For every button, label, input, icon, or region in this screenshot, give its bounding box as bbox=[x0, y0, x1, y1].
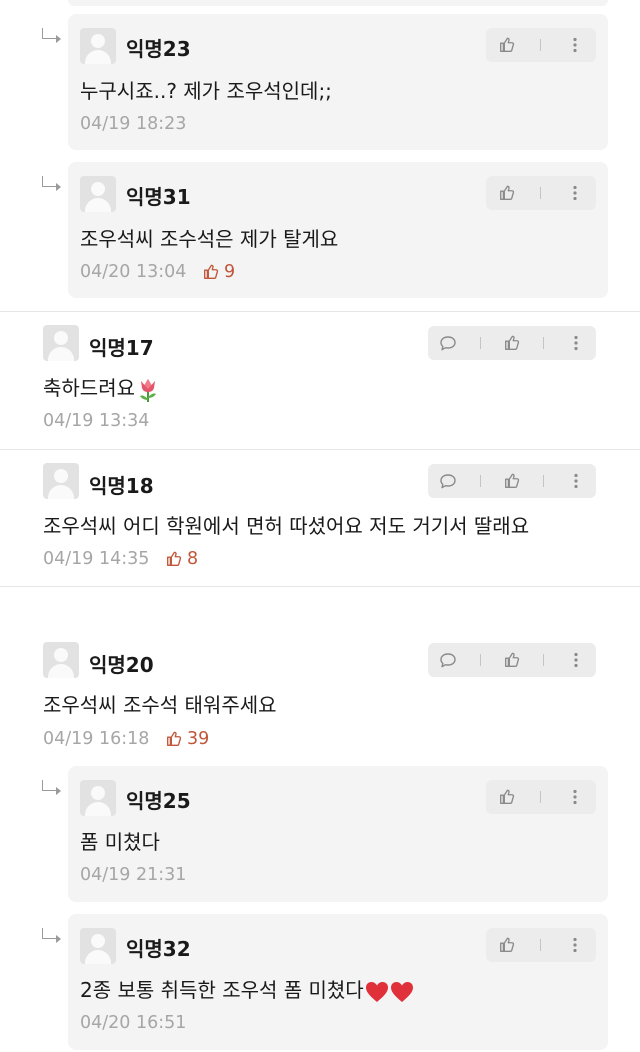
comment-actions bbox=[428, 643, 596, 677]
avatar bbox=[43, 463, 79, 499]
like-count-value: 39 bbox=[187, 729, 210, 749]
comment-actions bbox=[486, 28, 596, 62]
comment-actions bbox=[428, 326, 596, 360]
speech-bubble-icon[interactable] bbox=[439, 651, 457, 669]
comment-text: 조우석씨 조수석 태워주세요 bbox=[43, 693, 277, 717]
more-vertical-icon[interactable] bbox=[567, 472, 585, 490]
comment-divider bbox=[0, 311, 640, 312]
comment-text: 조우석씨 어디 학원에서 면허 따셨어요 저도 거기서 딸래요 bbox=[43, 514, 530, 538]
action-separator bbox=[540, 187, 542, 199]
speech-bubble-icon[interactable] bbox=[439, 472, 457, 490]
more-vertical-icon[interactable] bbox=[566, 936, 584, 954]
reply-arrow-icon bbox=[42, 780, 61, 795]
avatar bbox=[43, 642, 79, 678]
comment-actions bbox=[486, 928, 596, 962]
thumbs-up-icon[interactable] bbox=[498, 184, 516, 202]
action-separator bbox=[540, 791, 542, 803]
avatar bbox=[80, 28, 116, 64]
more-vertical-icon[interactable] bbox=[566, 184, 584, 202]
avatar bbox=[80, 176, 116, 212]
comment-text-row: 2종 보통 취득한 조우석 폼 미쳤다 bbox=[80, 974, 414, 1003]
comment-timestamp: 04/19 16:18 bbox=[43, 729, 150, 749]
comment-author: 익명25 bbox=[126, 789, 191, 813]
action-separator bbox=[543, 654, 545, 666]
thumbs-up-icon[interactable] bbox=[503, 334, 521, 352]
thumbs-up-icon[interactable] bbox=[498, 936, 516, 954]
action-separator bbox=[479, 475, 481, 487]
comment-text: 조우석씨 조수석은 제가 탈게요 bbox=[80, 227, 339, 251]
comment-text: 누구시죠..? 제가 조우석인데;; bbox=[80, 79, 332, 103]
avatar bbox=[80, 928, 116, 964]
action-separator bbox=[479, 654, 481, 666]
comment-timestamp: 04/20 16:51 bbox=[80, 1013, 187, 1033]
speech-bubble-icon[interactable] bbox=[439, 334, 457, 352]
comment-timestamp: 04/19 13:34 bbox=[43, 411, 150, 431]
reply-arrow-icon bbox=[42, 176, 61, 191]
comment-divider bbox=[0, 449, 640, 450]
comment-actions bbox=[486, 176, 596, 210]
action-separator bbox=[540, 939, 542, 951]
action-separator bbox=[543, 475, 545, 487]
more-vertical-icon[interactable] bbox=[566, 788, 584, 806]
comment-divider bbox=[0, 586, 640, 587]
like-count: 9 bbox=[202, 262, 235, 282]
thumbs-up-icon[interactable] bbox=[498, 36, 516, 54]
comment-text-row: 축하드려요 bbox=[43, 372, 159, 403]
comment-author: 익명23 bbox=[126, 37, 191, 61]
comment-timestamp: 04/19 18:23 bbox=[80, 114, 187, 134]
thumbs-up-icon[interactable] bbox=[503, 472, 521, 490]
like-count: 39 bbox=[165, 729, 209, 749]
tulip-emoji bbox=[140, 378, 156, 402]
previous-reply-edge bbox=[68, 0, 608, 6]
comment-timestamp: 04/20 13:04 bbox=[80, 262, 187, 282]
more-vertical-icon[interactable] bbox=[566, 36, 584, 54]
comment-text: 2종 보통 취득한 조우석 폼 미쳤다 bbox=[80, 978, 364, 1002]
action-separator bbox=[540, 39, 542, 51]
action-separator bbox=[479, 337, 481, 349]
reply-arrow-icon bbox=[42, 928, 61, 943]
like-count-value: 9 bbox=[224, 262, 236, 282]
more-vertical-icon[interactable] bbox=[567, 651, 585, 669]
like-count-value: 8 bbox=[187, 549, 199, 569]
thumbs-up-icon[interactable] bbox=[498, 788, 516, 806]
comment-text: 축하드려요 bbox=[43, 376, 135, 400]
reply-arrow-icon bbox=[42, 28, 61, 43]
comment-text: 폼 미쳤다 bbox=[80, 830, 160, 854]
comment-author: 익명17 bbox=[89, 336, 154, 360]
comment-actions bbox=[486, 780, 596, 814]
comment-timestamp: 04/19 14:35 bbox=[43, 549, 150, 569]
comment-author: 익명31 bbox=[126, 185, 191, 209]
red-heart-emoji bbox=[390, 981, 413, 1002]
red-heart-emoji bbox=[365, 981, 388, 1002]
thumbs-up-icon bbox=[167, 551, 182, 566]
action-separator bbox=[543, 337, 545, 349]
more-vertical-icon[interactable] bbox=[567, 334, 585, 352]
comment-actions bbox=[428, 464, 596, 498]
avatar bbox=[43, 325, 79, 361]
comment-author: 익명32 bbox=[126, 937, 191, 961]
comment-author: 익명18 bbox=[89, 474, 154, 498]
avatar bbox=[80, 780, 116, 816]
thumbs-up-icon bbox=[167, 731, 182, 746]
comment-timestamp: 04/19 21:31 bbox=[80, 865, 187, 885]
thumbs-up-icon[interactable] bbox=[503, 651, 521, 669]
like-count: 8 bbox=[165, 549, 198, 569]
thumbs-up-icon bbox=[204, 264, 219, 279]
comment-author: 익명20 bbox=[89, 653, 154, 677]
